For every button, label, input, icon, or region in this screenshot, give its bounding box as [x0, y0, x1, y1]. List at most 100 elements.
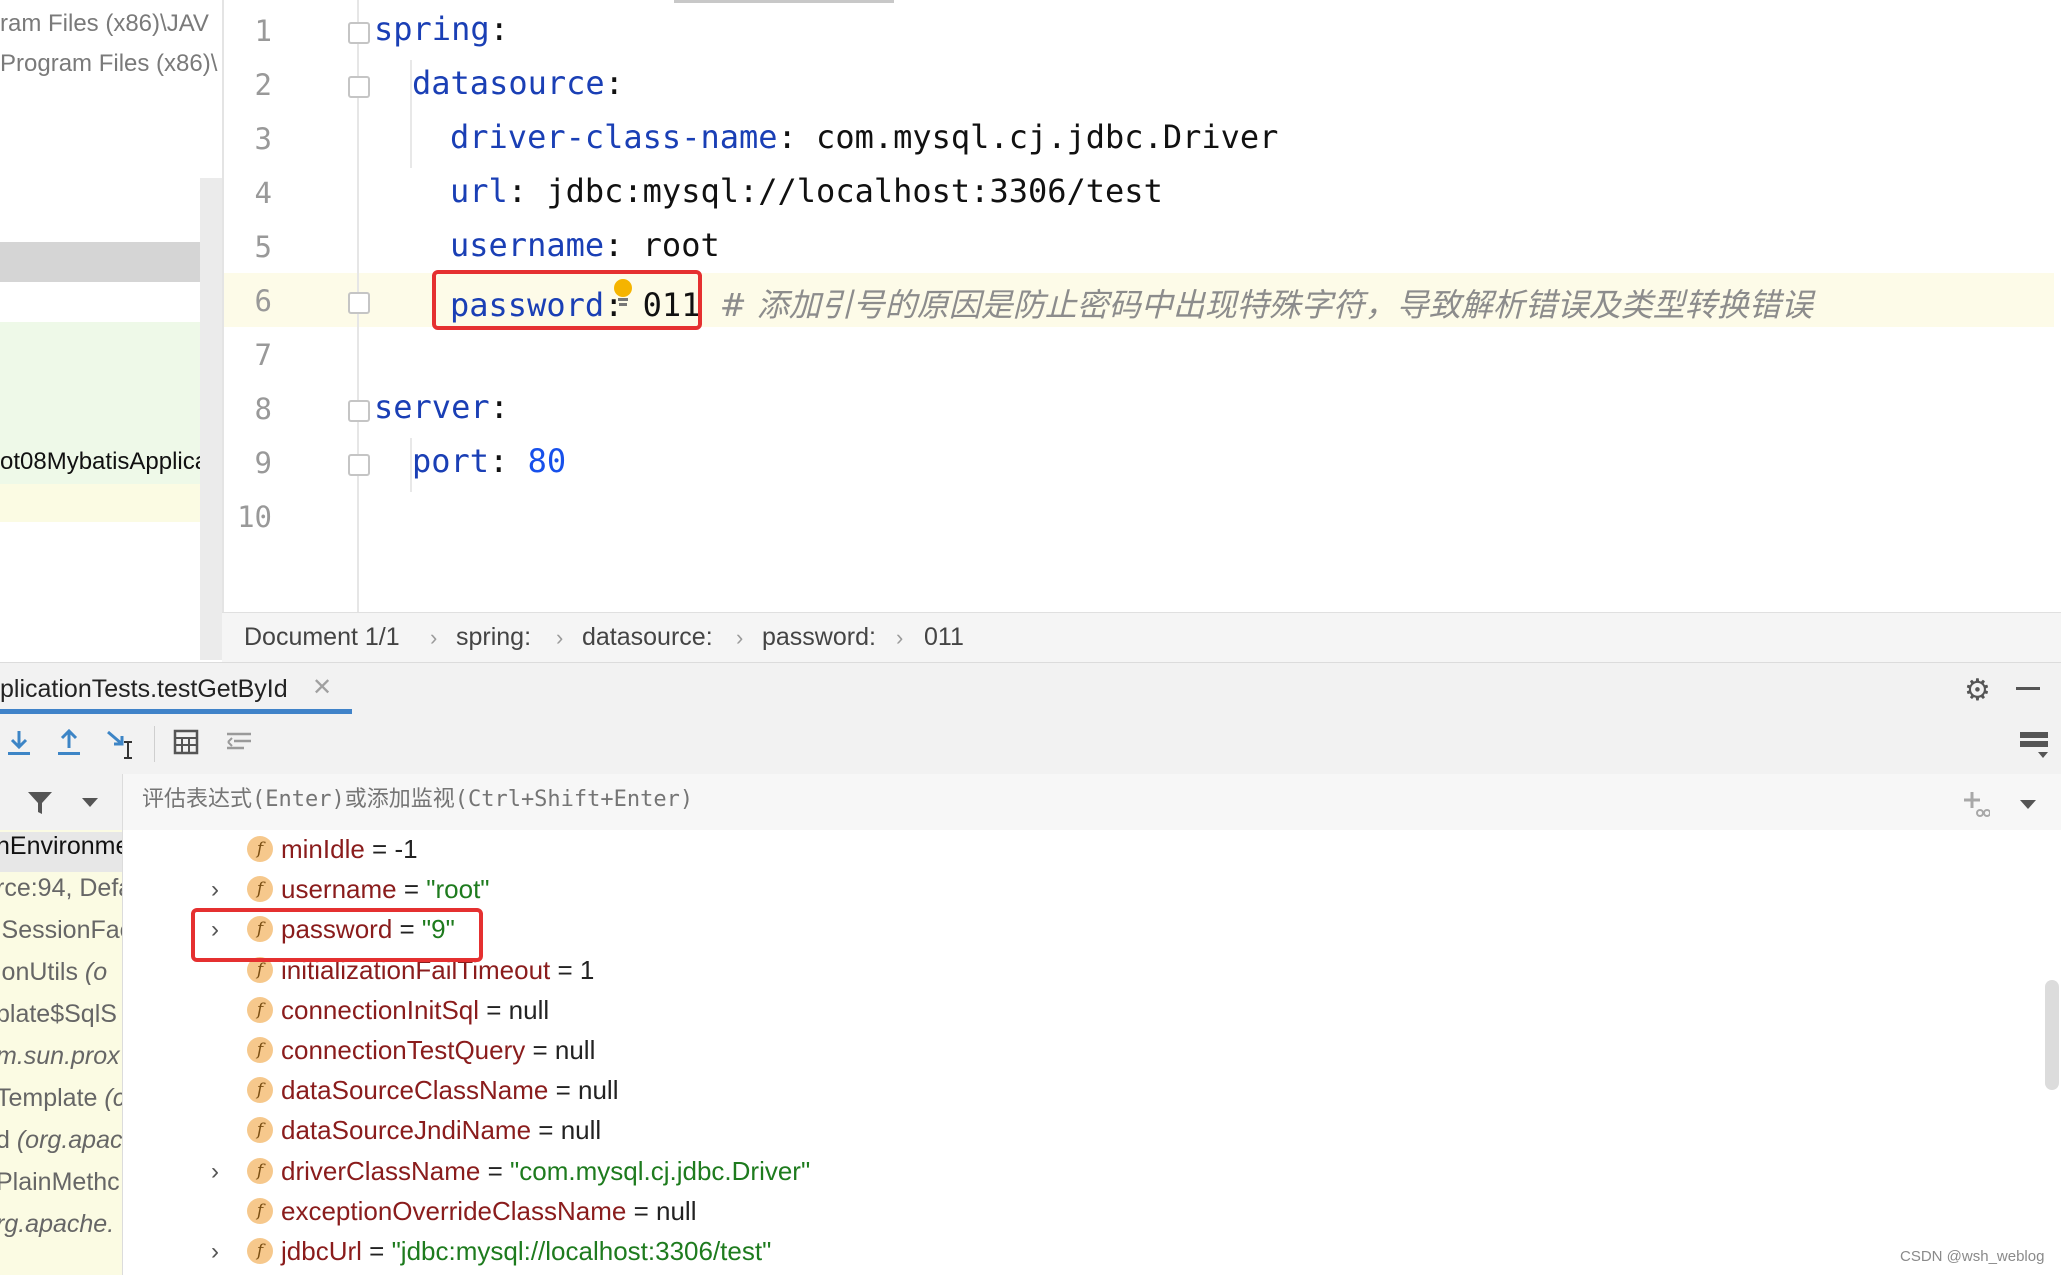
gear-icon[interactable]: ⚙	[1964, 673, 1991, 708]
field-icon: f	[247, 836, 273, 862]
tree-highlight-yellow	[0, 484, 200, 522]
line-number: 10	[237, 500, 272, 534]
tab-debug-session[interactable]: plicationTests.testGetById	[0, 675, 288, 704]
variables-tree: f minIdle = -1 › f username = "root" › f passwo…	[123, 830, 2061, 1275]
field-icon: f	[247, 996, 273, 1023]
field-icon: f	[247, 1157, 273, 1184]
variable-name: minIdle	[281, 834, 365, 864]
fold-marker[interactable]	[348, 400, 370, 422]
frame-item[interactable]: rg.apache.	[0, 1210, 114, 1250]
field-icon: f	[247, 876, 273, 903]
variable-row[interactable]: f minIdle = -1	[123, 830, 2023, 870]
variable-value: null	[560, 1115, 602, 1146]
variable-equals: =	[479, 994, 509, 1025]
field-icon: f	[247, 1037, 273, 1063]
variable-row[interactable]: f dataSourceClassName = null	[123, 1071, 2023, 1111]
frame-item[interactable]: ionUtils (o	[0, 958, 107, 998]
chevron-right-icon: ›	[896, 625, 904, 650]
breadcrumb-document[interactable]: Document 1/1	[244, 623, 400, 652]
toolbar-separator	[154, 726, 155, 762]
password-highlight-box	[432, 270, 702, 330]
variable-value: null	[656, 1195, 697, 1226]
step-into-icon[interactable]	[4, 728, 34, 758]
line-number: 4	[254, 176, 272, 210]
trace-icon[interactable]	[224, 728, 254, 756]
frame-item[interactable]: d (org.apac	[0, 1126, 122, 1166]
chevron-down-icon[interactable]	[2018, 798, 2038, 812]
variable-name: driverClassName	[281, 1155, 481, 1186]
chevron-right-icon: ›	[430, 625, 438, 650]
filter-icon[interactable]	[26, 790, 54, 816]
frame-item[interactable]: PlainMethc	[0, 1168, 120, 1208]
yaml-comment: # 添加引号的原因是防止密码中出现特殊字符，导致解析错误及类型转换错误	[719, 286, 1813, 324]
chevron-right-icon[interactable]: ›	[211, 1158, 219, 1186]
variable-text: connectionTestQuery = null	[281, 1035, 595, 1066]
project-path-2[interactable]: Program Files (x86)\	[0, 50, 217, 78]
code-line-1: spring:	[374, 10, 509, 48]
fold-marker[interactable]	[348, 22, 370, 44]
minimize-icon[interactable]	[2016, 687, 2040, 690]
line-number: 6	[254, 284, 272, 318]
variable-value: null	[508, 994, 550, 1025]
project-path-1[interactable]: ram Files (x86)\JAV	[0, 10, 209, 38]
frame-item[interactable]: rce:94, Defa	[0, 874, 122, 914]
frame-item[interactable]: Template (c	[0, 1084, 122, 1124]
breadcrumb-datasource[interactable]: datasource:	[582, 623, 713, 652]
variable-row[interactable]: › f driverClassName = "com.mysql.cj.jdbc.D…	[123, 1152, 2023, 1192]
frame-item[interactable]: plate$SqlS	[0, 1000, 117, 1040]
chevron-down-icon[interactable]	[80, 796, 100, 810]
breadcrumb-password[interactable]: password:	[762, 623, 876, 652]
yaml-key: driver-class-name	[450, 118, 778, 156]
breadcrumb-spring[interactable]: spring:	[456, 623, 531, 652]
add-watch-icon[interactable]	[1960, 788, 1990, 818]
project-panel: ram Files (x86)\JAV Program Files (x86)\…	[0, 0, 222, 660]
close-icon[interactable]: ✕	[312, 673, 332, 702]
variable-text: dataSourceClassName = null	[281, 1075, 618, 1106]
step-out-icon[interactable]	[54, 728, 84, 758]
evaluate-expression-input[interactable]	[140, 786, 1844, 813]
fold-marker[interactable]	[348, 76, 370, 98]
chevron-right-icon: ›	[736, 625, 744, 650]
project-scrollbar[interactable]	[200, 178, 222, 660]
fold-marker[interactable]	[348, 454, 370, 476]
code-line-4: url: jdbc:mysql://localhost:3306/test	[450, 172, 1163, 210]
frame-item[interactable]: m.sun.prox	[0, 1042, 120, 1082]
frame-item[interactable]: nEnvironme	[0, 832, 122, 872]
variable-row[interactable]: f connectionTestQuery = null	[123, 1031, 2023, 1071]
yaml-number: 80	[527, 442, 567, 480]
run-to-cursor-icon[interactable]	[104, 728, 138, 762]
fold-marker[interactable]	[348, 292, 370, 314]
lightbulb-icon[interactable]	[612, 278, 634, 308]
editor-tab-indicator	[674, 0, 894, 3]
chevron-right-icon[interactable]: ›	[211, 876, 219, 904]
variable-text: dataSourceJndiName = null	[281, 1115, 601, 1146]
variable-name: username	[281, 874, 397, 905]
variable-text: connectionInitSql = null	[281, 995, 549, 1026]
yaml-colon: :	[604, 64, 624, 102]
line-number: 3	[254, 122, 272, 156]
watermark: CSDN @wsh_weblog	[1900, 1248, 2045, 1265]
variable-row[interactable]: f dataSourceJndiName = null	[123, 1111, 2023, 1151]
evaluate-grid-icon[interactable]	[172, 728, 200, 756]
code-line-3: driver-class-name: com.mysql.cj.jdbc.Dri…	[450, 118, 1278, 156]
yaml-key: datasource	[412, 64, 605, 102]
debug-toolbar	[0, 714, 2061, 775]
variables-scrollbar[interactable]	[2045, 980, 2059, 1090]
variable-row[interactable]: › f username = "root"	[123, 870, 2023, 910]
yaml-key: spring	[374, 10, 490, 48]
chevron-right-icon[interactable]: ›	[211, 1238, 219, 1266]
variable-value: null	[554, 1035, 596, 1065]
variable-text: minIdle = -1	[281, 834, 418, 865]
variable-row[interactable]: f exceptionOverrideClassName = null	[123, 1192, 2023, 1232]
variable-row[interactable]: f connectionInitSql = null	[123, 991, 2023, 1031]
frame-item[interactable]: lSessionFac	[0, 916, 122, 956]
code-editor[interactable]: 1 2 3 4 5 6 7 8 9 10 spring: datasource:…	[222, 0, 2061, 612]
variable-row[interactable]: › f jdbcUrl = "jdbc:mysql://localhost:3306…	[123, 1232, 2023, 1272]
variable-text: jdbcUrl = "jdbc:mysql://localhost:3306/t…	[281, 1236, 771, 1267]
variable-value: -1	[394, 834, 418, 864]
variable-equals: =	[525, 1035, 555, 1065]
breadcrumb-value[interactable]: 011	[924, 623, 964, 652]
selected-tree-row[interactable]	[0, 242, 200, 282]
layout-settings-icon[interactable]	[2018, 730, 2050, 760]
app-class-item[interactable]: ot08MybatisApplicat	[0, 448, 215, 476]
